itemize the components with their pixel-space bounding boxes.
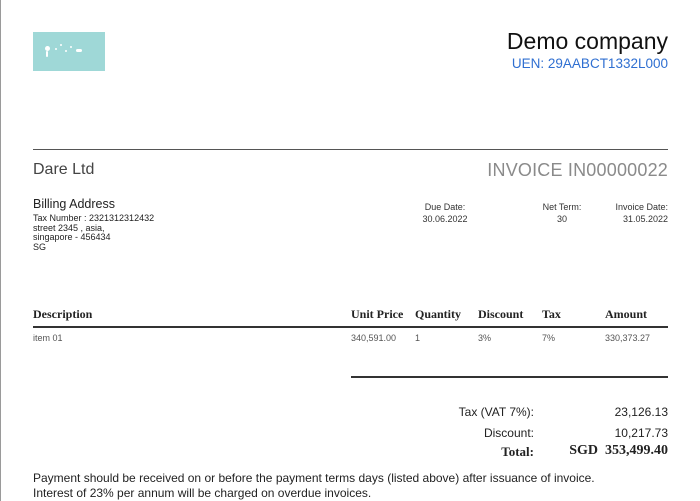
column-header-discount: Discount (478, 307, 524, 321)
interest-note: Interest of 23% per annum will be charge… (33, 485, 372, 500)
due-date-label: Due Date: (424, 202, 466, 212)
table-header-divider (33, 326, 668, 328)
row-discount: 3% (478, 333, 492, 343)
column-header-quantity: Quantity (415, 307, 462, 321)
invoice-date-value: 31.05.2022 (622, 214, 668, 224)
billing-heading: Billing Address (33, 197, 115, 211)
company-logo (33, 32, 105, 71)
discount-value: 10,217.73 (614, 426, 668, 440)
total-value: SGD 353,499.40 (569, 443, 668, 458)
payment-terms-note: Payment should be received on or before … (33, 471, 595, 485)
billing-city: singapore - 456434 (33, 232, 111, 242)
company-header: Demo company UEN: 29AABCT1332L000 (507, 27, 668, 73)
discount-label: Discount: (483, 426, 534, 440)
subtotal-divider (351, 376, 668, 378)
column-header-tax: Tax (542, 307, 561, 321)
total-label: Total: (501, 444, 534, 459)
invoice-date-label: Invoice Date: (615, 202, 668, 212)
payment-notes: Payment should be received on or before … (33, 471, 595, 500)
tax-value: 23,126.13 (614, 405, 668, 419)
page-edge (0, 0, 1, 501)
due-date: Due Date: 30.06.2022 (405, 201, 485, 225)
net-term: Net Term: 30 (522, 201, 602, 225)
client-name: Dare Ltd (33, 161, 95, 178)
row-unit-price: 340,591.00 (351, 333, 397, 343)
row-amount: 330,373.27 (605, 333, 651, 343)
billing-address: Billing Address Tax Number : 23213123124… (33, 197, 154, 252)
due-date-value: 30.06.2022 (422, 214, 468, 224)
row-tax: 7% (542, 333, 556, 343)
invoice-title: INVOICE IN00000022 (487, 160, 668, 180)
column-header-amount: Amount (605, 307, 648, 321)
net-term-value: 30 (556, 214, 567, 224)
company-uen: UEN: 29AABCT1332L000 (511, 56, 668, 71)
company-name: Demo company (506, 28, 668, 54)
row-quantity: 1 (415, 333, 421, 343)
header-divider (33, 149, 668, 150)
column-header-description: Description (33, 307, 93, 321)
tax-label: Tax (VAT 7%): (458, 405, 534, 419)
billing-country: SG (33, 241, 47, 252)
net-term-label: Net Term: (542, 202, 582, 212)
invoice-date: Invoice Date: 31.05.2022 (615, 201, 668, 225)
column-header-unit-price: Unit Price (351, 307, 404, 321)
row-description: item 01 (33, 333, 63, 343)
